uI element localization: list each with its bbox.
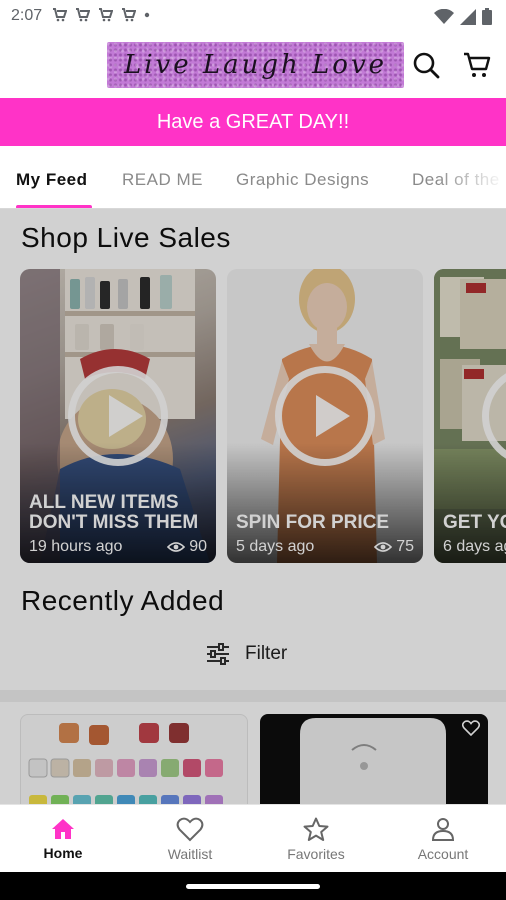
status-bar: 2:07 xyxy=(0,0,506,32)
cart-icon xyxy=(464,52,491,77)
nav-account-label: Account xyxy=(417,845,469,862)
tab-graphic-designs[interactable]: Graphic Designs xyxy=(236,170,369,190)
section-title-recently-added: Recently Added xyxy=(21,585,225,616)
eye-icon xyxy=(374,542,393,552)
wifi-icon xyxy=(434,8,454,24)
live-sale-time: 19 hours ago xyxy=(29,538,123,555)
live-sale-time: 6 days ago xyxy=(443,538,506,555)
nav-account[interactable]: Account xyxy=(380,805,506,873)
star-icon xyxy=(303,817,329,841)
feed-tabs: My Feed READ ME Graphic Designs Deal of … xyxy=(0,146,506,209)
product-card[interactable] xyxy=(20,714,248,804)
product-card[interactable] xyxy=(260,714,488,804)
filter-label: Filter xyxy=(245,643,288,664)
search-icon xyxy=(413,52,440,79)
live-sale-title: GET YOUR COZEE xyxy=(443,512,506,533)
live-sale-card[interactable]: SPIN FOR PRICE 5 days ago 75 xyxy=(227,269,423,563)
bottom-navigation: Home Waitlist Favorites Account xyxy=(0,804,506,872)
tab-read-me[interactable]: READ ME xyxy=(122,170,203,190)
status-icons xyxy=(434,8,492,25)
tab-my-feed[interactable]: My Feed xyxy=(16,170,88,190)
cart-notification-icon xyxy=(122,8,136,22)
filter-button[interactable]: Filter xyxy=(205,643,287,665)
more-notifications-dot-icon xyxy=(144,12,150,18)
battery-icon xyxy=(482,8,492,25)
view-count: 75 xyxy=(374,538,414,556)
heart-icon xyxy=(176,817,204,841)
filter-sliders-icon xyxy=(207,643,229,665)
tabs-fade xyxy=(436,146,506,208)
cart-notification-icon xyxy=(76,8,90,22)
nav-waitlist[interactable]: Waitlist xyxy=(127,805,253,873)
eye-icon xyxy=(167,542,186,552)
banner-text: Have a GREAT DAY!! xyxy=(156,110,350,133)
live-sale-card[interactable]: ALL NEW ITEMS DON'T MISS THEM 19 hours a… xyxy=(20,269,216,563)
cart-notification-icon xyxy=(53,8,67,22)
live-sale-title: SPIN FOR PRICE xyxy=(236,512,390,533)
sticker-sheet-image xyxy=(28,723,223,804)
app-screen: 2:07 Live Laugh Love Have a GREAT DAY!! xyxy=(0,0,506,900)
view-count: 90 xyxy=(167,538,207,556)
product-image xyxy=(300,718,446,804)
favorite-heart-icon[interactable] xyxy=(462,720,480,736)
nav-favorites[interactable]: Favorites xyxy=(253,805,379,873)
nav-home-label: Home xyxy=(43,845,83,861)
search-button[interactable] xyxy=(409,48,443,82)
play-icon xyxy=(275,366,375,466)
cart-notification-icon xyxy=(99,8,113,22)
nav-waitlist-label: Waitlist xyxy=(167,845,213,862)
live-sale-card[interactable]: GET YOUR COZEE 6 days ago xyxy=(434,269,506,563)
home-icon xyxy=(52,819,74,839)
cart-button[interactable] xyxy=(460,48,494,82)
view-count-value: 90 xyxy=(189,538,207,555)
notification-icons xyxy=(52,8,150,22)
system-navigation-bar xyxy=(0,872,506,900)
view-count-value: 75 xyxy=(396,538,414,555)
home-gesture-bar[interactable] xyxy=(186,884,320,889)
nav-home[interactable]: Home xyxy=(0,805,126,873)
section-divider xyxy=(0,690,506,702)
play-icon xyxy=(68,366,168,466)
app-header: Live Laugh Love xyxy=(0,32,506,98)
live-sale-title: ALL NEW ITEMS DON'T MISS THEM xyxy=(29,492,199,533)
account-icon xyxy=(431,817,455,841)
store-logo[interactable]: Live Laugh Love xyxy=(107,42,404,88)
promo-banner: Have a GREAT DAY!! xyxy=(0,98,506,146)
feed-content: Shop Live Sales ALL NEW ITEMS DON'T MISS… xyxy=(0,209,506,804)
logo-text: Live Laugh Love xyxy=(123,50,388,80)
live-sale-time: 5 days ago xyxy=(236,538,315,555)
signal-icon xyxy=(460,8,476,25)
status-time: 2:07 xyxy=(11,7,43,24)
section-title-live-sales: Shop Live Sales xyxy=(21,222,231,253)
nav-favorites-label: Favorites xyxy=(287,845,345,862)
